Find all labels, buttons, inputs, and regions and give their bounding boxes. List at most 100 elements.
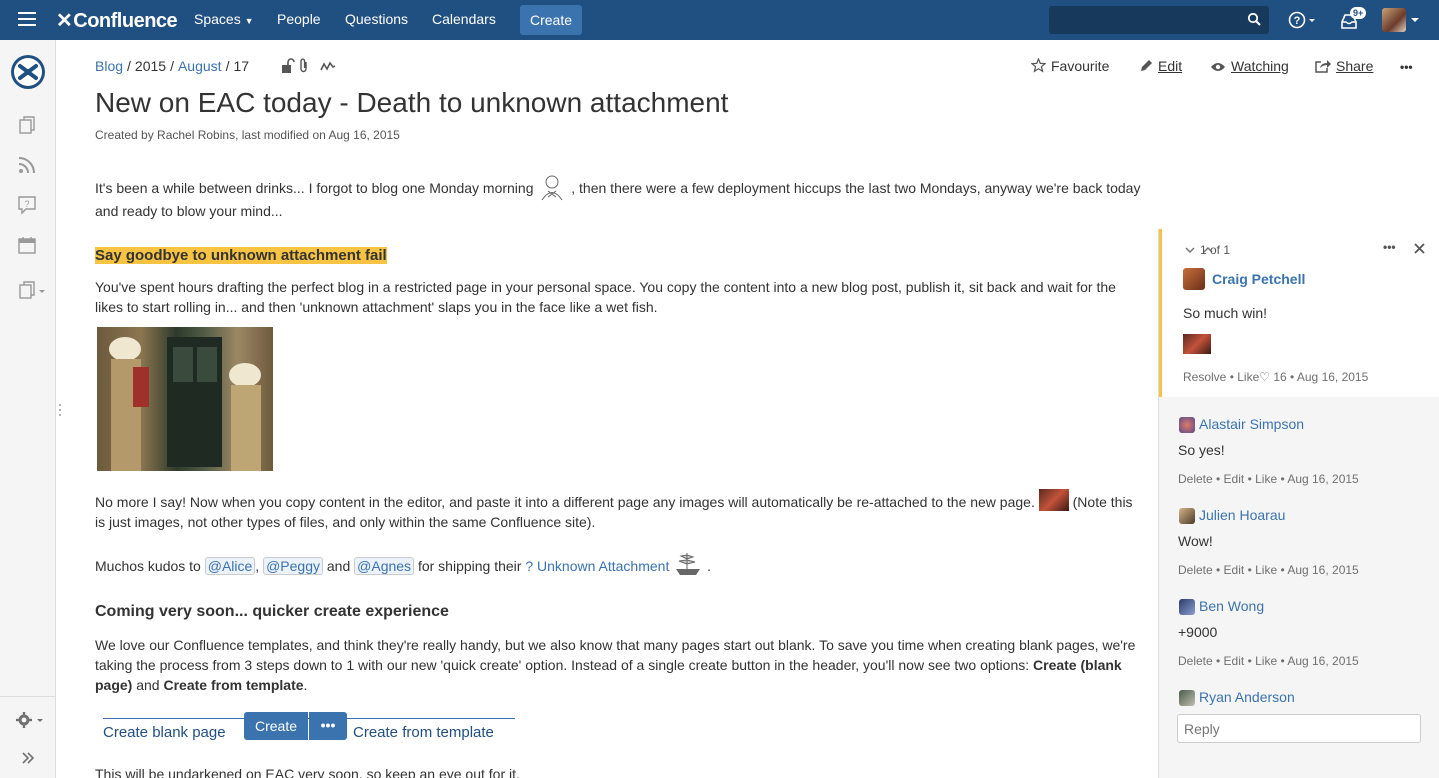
create-buttons-illustration: Create blank page Create ••• Create from… <box>103 712 515 744</box>
favourite-button[interactable]: Favourite <box>1031 58 1109 74</box>
comment-more-icon[interactable]: ••• <box>1383 240 1396 254</box>
nav-spaces[interactable]: Spaces ▼ <box>194 11 254 27</box>
search-icon[interactable] <box>1247 12 1261 26</box>
create-from-template-label: Create from template <box>353 724 494 741</box>
resize-handle[interactable] <box>59 403 61 417</box>
blog-feed-icon[interactable] <box>17 155 37 175</box>
space-logo[interactable] <box>11 55 45 89</box>
reply-body: +9000 <box>1178 624 1218 640</box>
menu-icon[interactable] <box>18 12 36 28</box>
para3-end-text: . <box>303 677 308 693</box>
avatar[interactable] <box>1183 268 1205 290</box>
page-title: New on EAC today - Death to unknown atta… <box>95 87 729 118</box>
help-icon[interactable]: ? <box>1288 11 1318 29</box>
chevron-down-icon: ▼ <box>244 16 254 26</box>
analytics-icon[interactable] <box>320 61 336 71</box>
attachment-icon[interactable] <box>300 58 307 73</box>
page-byline: Created by Rachel Robins, last modified … <box>95 128 400 142</box>
close-icon[interactable] <box>1414 243 1425 254</box>
breadcrumb-blog[interactable]: Blog <box>95 58 123 74</box>
pencil-icon <box>1141 60 1152 71</box>
svg-text:?: ? <box>24 199 29 209</box>
mention-agnes[interactable]: @Agnes <box>354 557 415 575</box>
reply-body: So yes! <box>1178 442 1225 458</box>
user-avatar[interactable] <box>1382 8 1406 32</box>
reply-body: Wow! <box>1178 533 1213 549</box>
create-from-template-bold: Create from template <box>163 677 304 693</box>
reply-author[interactable]: Julien Hoarau <box>1199 507 1285 523</box>
pages-icon[interactable] <box>17 115 37 135</box>
reply-author[interactable]: Ryan Anderson <box>1199 689 1295 705</box>
space-sidebar: ? <box>0 40 56 778</box>
and-text: and <box>323 558 355 574</box>
nav-spaces-label: Spaces <box>194 11 241 27</box>
mention-peggy[interactable]: @Peggy <box>263 557 323 575</box>
breadcrumb-year: 2015 <box>134 58 167 74</box>
heading-unknown-attachment: Say goodbye to unknown attachment fail <box>95 245 1145 266</box>
kudos-paragraph: Muchos kudos to @Alice, @Peggy and @Agne… <box>95 551 1145 577</box>
reply-meta: Delete • Edit • Like • Aug 16, 2015 <box>1178 654 1359 668</box>
reply-author[interactable]: Ben Wong <box>1199 598 1264 614</box>
svg-text:?: ? <box>1294 15 1301 27</box>
demo-create-button: Create <box>244 712 308 740</box>
inline-image-thumbnail <box>1038 489 1069 511</box>
share-button[interactable]: Share <box>1315 58 1373 74</box>
comment-author[interactable]: Craig Petchell <box>1212 271 1305 287</box>
reply-input[interactable] <box>1177 714 1421 743</box>
para3-and-text: and <box>132 677 164 693</box>
reply-meta: Delete • Edit • Like • Aug 16, 2015 <box>1178 472 1359 486</box>
expand-sidebar-icon[interactable] <box>21 752 35 764</box>
watching-label: Watching <box>1231 58 1289 74</box>
comment-thread: 1 of 1 ••• Craig Petchell So much win! R… <box>1159 229 1439 397</box>
comment-counter: 1 of 1 <box>1200 243 1231 257</box>
meme-face-icon <box>541 175 563 201</box>
logo-text: Confluence <box>73 10 178 32</box>
top-navigation-bar: ✕Confluence Spaces ▼ People Questions Ca… <box>0 0 1439 40</box>
mention-alice[interactable]: @Alice <box>204 557 256 575</box>
create-blank-page-label: Create blank page <box>103 724 226 741</box>
eye-icon <box>1211 63 1225 71</box>
next-comment-icon[interactable] <box>1185 247 1195 253</box>
nav-calendars[interactable]: Calendars <box>432 11 496 27</box>
share-icon <box>1315 60 1331 73</box>
breadcrumb: Blog/2015/August/17 <box>95 58 250 74</box>
share-label: Share <box>1336 58 1374 74</box>
reply-author[interactable]: Alastair Simpson <box>1199 416 1304 432</box>
confluence-logo[interactable]: ✕Confluence <box>56 8 178 33</box>
gear-icon[interactable] <box>15 710 45 730</box>
favourite-label: Favourite <box>1051 58 1110 74</box>
edit-button[interactable]: Edit <box>1139 58 1182 74</box>
more-actions-button[interactable]: ••• <box>1400 60 1413 74</box>
avatar[interactable] <box>1179 690 1195 706</box>
calendar-icon[interactable] <box>17 235 37 255</box>
sidebar-footer <box>0 696 56 778</box>
breadcrumb-month[interactable]: August <box>178 58 222 74</box>
page-metadata-icons <box>280 58 340 79</box>
intro-paragraph: It's been a while between drinks... I fo… <box>95 173 1145 221</box>
space-shortcuts-icon[interactable] <box>17 280 47 300</box>
avatar[interactable] <box>1179 599 1195 615</box>
paragraph-3: We love our Confluence templates, and th… <box>95 635 1145 695</box>
paragraph-4: This will be undarkened on EAC very soon… <box>95 766 520 778</box>
breadcrumb-day: 17 <box>233 58 250 74</box>
heading-quicker-create: Coming very soon... quicker create exper… <box>95 603 449 620</box>
paragraph-1: You've spent hours drafting the perfect … <box>95 279 1116 315</box>
create-button[interactable]: Create <box>520 5 582 35</box>
nav-questions[interactable]: Questions <box>345 11 408 27</box>
notification-badge: 9+ <box>1350 7 1367 19</box>
nav-people[interactable]: People <box>277 11 321 27</box>
search-input[interactable] <box>1049 6 1269 34</box>
unknown-attachment-link[interactable]: ? Unknown Attachment <box>525 558 669 574</box>
unlock-icon[interactable] <box>282 58 295 73</box>
comment-meta: Resolve • Like♡ 16 • Aug 16, 2015 <box>1183 370 1369 384</box>
avatar[interactable] <box>1179 417 1195 433</box>
para2-text-a: No more I say! Now when you copy content… <box>95 494 1039 510</box>
watching-button[interactable]: Watching <box>1210 58 1289 74</box>
questions-icon[interactable]: ? <box>17 195 37 215</box>
comment-image <box>1183 334 1211 354</box>
reply-meta: Delete • Edit • Like • Aug 16, 2015 <box>1178 563 1359 577</box>
kudos-text-a: Muchos kudos to <box>95 558 205 574</box>
notifications-button[interactable]: 9+ <box>1340 7 1367 30</box>
chevron-down-icon[interactable] <box>1411 18 1419 22</box>
avatar[interactable] <box>1179 508 1195 524</box>
